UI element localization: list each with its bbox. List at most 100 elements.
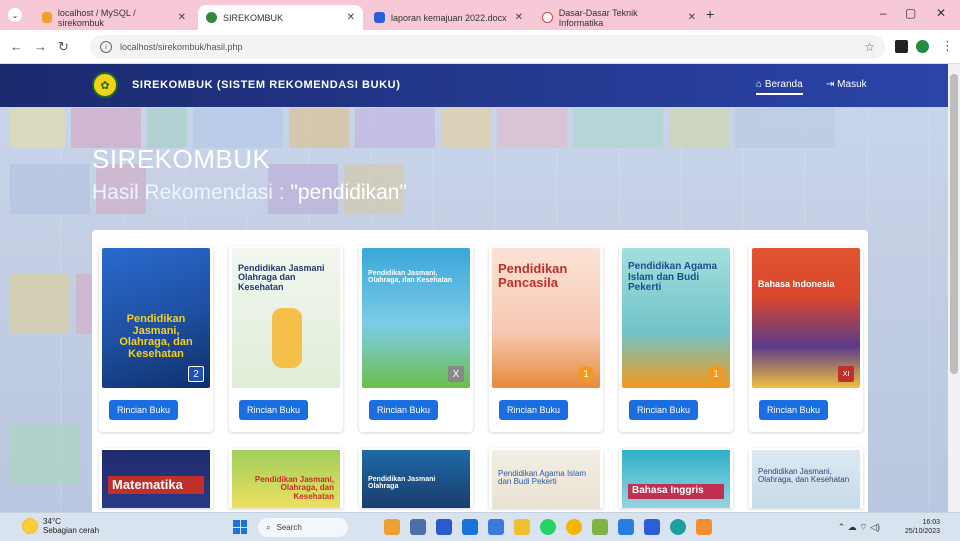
book-cover[interactable]: Pendidikan Agama Islam dan Budi Pekerti … <box>622 248 730 388</box>
phpmyadmin-favicon-icon <box>42 12 52 23</box>
close-icon[interactable]: ✕ <box>347 12 355 23</box>
book-card: Pendidikan Jasmani, Olahraga, dan Keseha… <box>359 246 473 432</box>
taskbar-app-icon[interactable] <box>696 519 712 535</box>
clock-time: 16:03 <box>922 519 940 526</box>
clock-date: 25/10/2023 <box>904 528 940 536</box>
book-card: Pendidikan Agama Islam dan Budi Pekerti … <box>619 246 733 432</box>
forward-icon[interactable]: → <box>34 39 47 54</box>
cover-title: Bahasa Indonesia <box>758 279 835 289</box>
tab-phpmyadmin[interactable]: localhost / MySQL / sirekombuk ✕ <box>34 5 194 30</box>
nav-label: Beranda <box>764 79 803 90</box>
close-window-button[interactable]: ✕ <box>936 6 946 20</box>
volume-badge: 1 <box>708 366 724 382</box>
volume-badge: 1 <box>578 366 594 382</box>
menu-kebab-icon[interactable]: ⋮ <box>941 38 954 54</box>
volume-badge: X <box>448 366 464 382</box>
book-cover[interactable]: Pendidikan Jasmani, Olahraga, dan Keseha… <box>362 248 470 388</box>
cover-title: Pendidikan Pancasila <box>498 261 568 290</box>
cover-title: Pendidikan Jasmani, Olahraga, dan Keseha… <box>254 475 334 501</box>
nav-beranda[interactable]: ⌂ Beranda <box>756 79 803 95</box>
scrollbar-thumb[interactable] <box>950 74 958 374</box>
book-cover[interactable]: Pendidikan Jasmani Olahraga <box>362 450 470 508</box>
site-info-icon[interactable]: i <box>100 41 112 53</box>
weather-widget[interactable]: 34°C Sebagian cerah <box>22 517 99 535</box>
sirekombuk-favicon-icon <box>206 12 217 23</box>
tab-sirekombuk[interactable]: SIREKOMBUK ✕ <box>198 5 363 30</box>
taskbar-app-icon[interactable] <box>592 519 608 535</box>
book-card: Pendidikan Jasmani, Olahraga, dan Keseha… <box>99 246 213 432</box>
reload-icon[interactable]: ↻ <box>58 39 69 55</box>
maximize-button[interactable]: ▢ <box>905 6 916 20</box>
close-icon[interactable]: ✕ <box>515 12 523 23</box>
cover-title: Pendidikan Jasmani Olahraga <box>368 476 436 491</box>
search-placeholder: Search <box>276 523 302 532</box>
rincian-buku-button[interactable]: Rincian Buku <box>109 400 179 420</box>
word-icon[interactable] <box>644 519 660 535</box>
taskbar-app-icon[interactable] <box>410 519 426 535</box>
new-tab-button[interactable]: + <box>706 6 714 22</box>
tab-google[interactable]: Dasar-Dasar Teknik Informatika ✕ <box>534 5 704 30</box>
tab-title: localhost / MySQL / sirekombuk <box>57 7 136 28</box>
tab-docx[interactable]: laporan kemajuan 2022.docx ✕ <box>366 5 531 30</box>
cover-title: Pendidikan Agama Islam dan Budi Pekerti <box>628 261 718 293</box>
page-subtitle: Hasil Rekomendasi : "pendidikan" <box>92 181 407 205</box>
volume-badge: 2 <box>188 366 204 382</box>
nav-masuk[interactable]: ⇥ Masuk <box>826 79 867 90</box>
rincian-buku-button[interactable]: Rincian Buku <box>499 400 569 420</box>
system-tray-icons[interactable]: ⌃ ☁ ⌔ ◁) <box>838 522 880 533</box>
store-icon[interactable] <box>488 519 504 535</box>
back-icon[interactable]: ← <box>10 39 23 54</box>
google-favicon-icon <box>542 12 553 23</box>
site-brand[interactable]: SIREKOMBUK (SISTEM REKOMENDASI BUKU) <box>132 79 401 91</box>
book-cover[interactable]: Pendidikan Jasmani, Olahraga, dan Keseha… <box>232 450 340 508</box>
book-cover[interactable]: Pendidikan Pancasila 1 <box>492 248 600 388</box>
book-cover[interactable]: Pendidikan Jasmani, Olahraga, dan Keseha… <box>102 248 210 388</box>
minimize-button[interactable]: – <box>880 6 887 20</box>
weather-temp: 34°C <box>43 517 61 526</box>
sidepanel-icon[interactable] <box>895 40 908 53</box>
weather-text: 34°C Sebagian cerah <box>43 517 99 535</box>
rincian-buku-button[interactable]: Rincian Buku <box>239 400 309 420</box>
book-cover[interactable]: Pendidikan Jasmani, Olahraga, dan Keseha… <box>752 450 860 508</box>
tab-title: SIREKOMBUK <box>223 12 284 23</box>
search-query: "pendidikan" <box>290 181 407 204</box>
whatsapp-icon[interactable] <box>540 519 556 535</box>
taskbar-app-icon[interactable] <box>436 519 452 535</box>
book-cover[interactable]: Pendidikan Jasmani Olahraga dan Kesehata… <box>232 248 340 388</box>
clock[interactable]: 16:03 25/10/2023 <box>905 518 940 536</box>
url-text: localhost/sirekombuk/hasil.php <box>120 42 243 52</box>
taskbar-app-icon[interactable] <box>670 519 686 535</box>
close-icon[interactable]: ✕ <box>178 12 186 23</box>
book-card: Pendidikan Jasmani, Olahraga, dan Keseha… <box>229 448 343 508</box>
bookmark-star-icon[interactable]: ☆ <box>864 40 875 54</box>
edge-icon[interactable] <box>462 519 478 535</box>
taskbar-app-icon[interactable] <box>384 519 400 535</box>
rincian-buku-button[interactable]: Rincian Buku <box>759 400 829 420</box>
windows-start-icon[interactable] <box>233 520 247 534</box>
address-bar-row: ← → ↻ i localhost/sirekombuk/hasil.php ☆… <box>0 30 960 64</box>
taskbar-search[interactable]: ⌕ Search <box>258 518 348 537</box>
tab-search-button[interactable]: ⌄ <box>8 8 22 22</box>
nav-label: Masuk <box>837 79 867 90</box>
book-cover[interactable]: Matematika <box>102 450 210 508</box>
book-card: Bahasa Indonesia XI Rincian Buku <box>749 246 863 432</box>
subtitle-prefix: Hasil Rekomendasi : <box>92 181 291 204</box>
profile-avatar-icon[interactable] <box>916 40 929 53</box>
cover-title: Pendidikan Agama Islam dan Budi Pekerti <box>498 469 587 487</box>
file-explorer-icon[interactable] <box>514 519 530 535</box>
site-logo-icon[interactable]: ✿ <box>92 72 118 98</box>
book-card: Matematika <box>99 448 213 508</box>
rincian-buku-button[interactable]: Rincian Buku <box>369 400 439 420</box>
book-cover[interactable]: Bahasa Inggris <box>622 450 730 508</box>
book-cover[interactable]: Pendidikan Agama Islam dan Budi Pekerti <box>492 450 600 508</box>
chrome-icon[interactable] <box>566 519 582 535</box>
close-icon[interactable]: ✕ <box>688 12 696 23</box>
page-title: SIREKOMBUK <box>92 144 271 174</box>
vscode-icon[interactable] <box>618 519 634 535</box>
url-bar[interactable]: i localhost/sirekombuk/hasil.php ☆ <box>90 35 885 59</box>
book-cover[interactable]: Bahasa Indonesia XI <box>752 248 860 388</box>
site-navbar: ✿ SIREKOMBUK (SISTEM REKOMENDASI BUKU) ⌂… <box>0 64 948 107</box>
cover-title: Pendidikan Jasmani Olahraga dan Kesehata… <box>238 263 325 292</box>
page-scrollbar[interactable] <box>948 64 960 512</box>
rincian-buku-button[interactable]: Rincian Buku <box>629 400 699 420</box>
